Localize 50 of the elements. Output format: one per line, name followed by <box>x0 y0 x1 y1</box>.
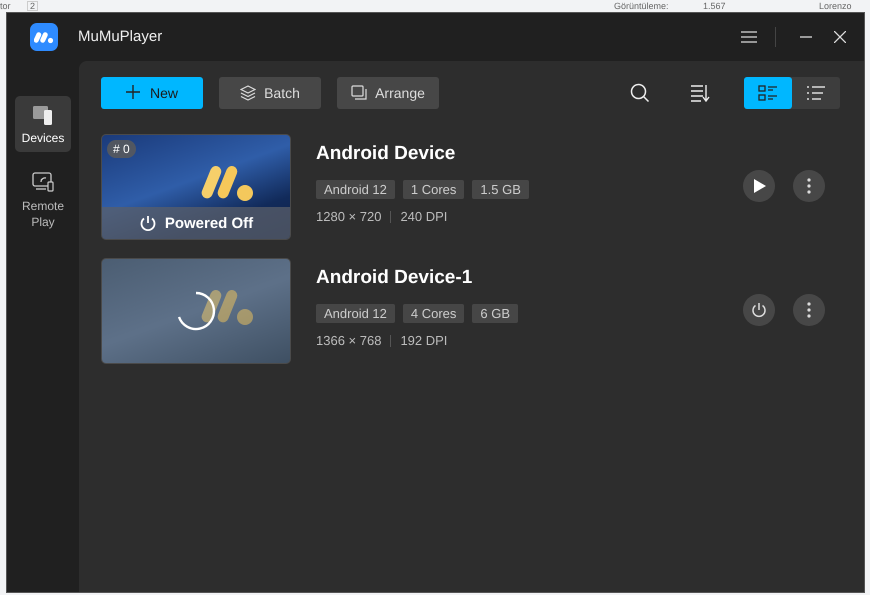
more-button[interactable] <box>793 170 825 202</box>
background-text: 1.567 <box>703 1 726 11</box>
monitor-phone-icon <box>32 172 54 194</box>
spec-tag: 6 GB <box>472 304 518 323</box>
windows-icon <box>351 85 368 101</box>
search-icon <box>630 83 650 103</box>
card-view-button[interactable] <box>744 77 792 109</box>
loading-spinner-icon <box>175 290 217 332</box>
sidebar-item[interactable]: Remote Play <box>15 164 71 236</box>
status-label: Powered Off <box>164 214 254 232</box>
spec-tag: 4 Cores <box>402 304 464 323</box>
list-icon <box>806 85 826 101</box>
resolution-text: 1280 × 720 <box>316 209 382 224</box>
app-logo-icon <box>30 22 58 50</box>
layers-icon <box>240 85 256 101</box>
background-text: Görüntüleme: <box>614 1 669 11</box>
sort-icon <box>690 84 710 102</box>
batch-button[interactable]: Batch <box>219 77 321 109</box>
device-name: Android Device <box>316 142 456 166</box>
dpi-text: 192 DPI <box>400 333 448 348</box>
wallpaper-thumbnail[interactable]: # 0 Powered Off <box>101 134 291 240</box>
spec-tag: 1.5 GB <box>472 180 529 199</box>
background-text: tor <box>0 1 11 11</box>
play-button[interactable] <box>743 170 775 202</box>
arrange-button[interactable]: Arrange <box>337 77 439 109</box>
more-icon <box>807 178 811 194</box>
background-text: Lorenzo <box>819 1 852 11</box>
more-button[interactable] <box>793 294 825 326</box>
power-icon <box>751 302 767 318</box>
spec-tag: 1 Cores <box>402 180 464 199</box>
spec-tag: Android 12 <box>316 304 395 323</box>
spec-tag: Android 12 <box>316 180 395 199</box>
wallpaper-thumbnail[interactable] <box>101 258 291 364</box>
new-button[interactable]: New <box>101 77 203 109</box>
window-title: MuMuPlayer <box>78 28 162 45</box>
dpi-text: 240 DPI <box>400 209 448 224</box>
power-button[interactable] <box>743 294 775 326</box>
power-icon <box>138 214 157 232</box>
devices-icon <box>32 104 54 126</box>
background-text: 2 <box>27 1 38 11</box>
card-list-icon <box>758 85 778 101</box>
resolution-text: 1366 × 768 <box>316 333 382 348</box>
more-icon <box>807 302 811 318</box>
sidebar-item[interactable]: Devices <box>15 96 71 152</box>
play-icon <box>751 178 767 194</box>
device-name: Android Device-1 <box>316 266 474 290</box>
close-icon <box>834 30 846 42</box>
index-badge: # 0 <box>107 140 136 158</box>
plus-icon <box>126 85 142 101</box>
menu-icon <box>741 30 757 42</box>
